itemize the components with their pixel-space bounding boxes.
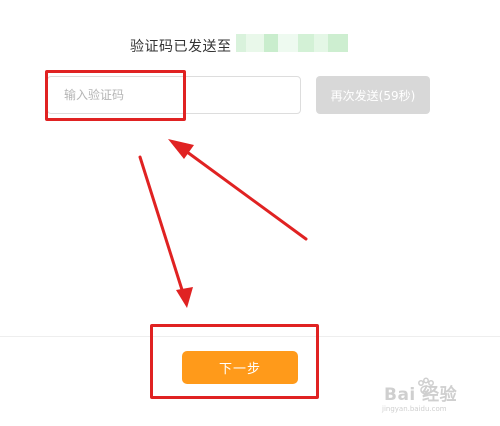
paw-icon [418,377,434,395]
red-arrow-icon [168,139,308,241]
baidu-jingyan-watermark: Bai 经验 jingyan.baidu.com [378,375,488,415]
annotation-arrows [138,139,308,308]
watermark-url: jingyan.baidu.com [382,405,447,413]
red-arrow-icon [138,155,193,308]
